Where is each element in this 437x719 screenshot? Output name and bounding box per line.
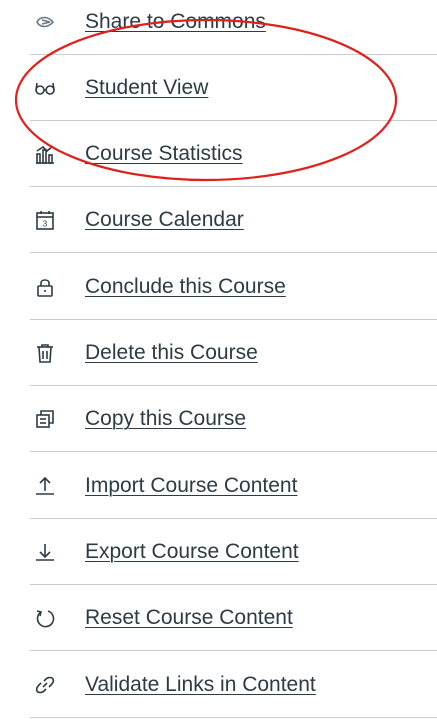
menu-item-label[interactable]: Course Statistics: [85, 142, 243, 166]
divider: [30, 451, 437, 452]
divider: [30, 252, 437, 253]
menu-item-export-content[interactable]: Export Course Content: [30, 519, 437, 585]
student-view-icon: [34, 77, 56, 99]
svg-text:3: 3: [43, 220, 48, 229]
statistics-icon: [34, 143, 56, 165]
download-icon: [34, 541, 56, 563]
trash-icon: [34, 342, 56, 364]
menu-item-conclude-course[interactable]: Conclude this Course: [30, 254, 437, 320]
link-icon: [34, 674, 56, 696]
copy-icon: [34, 408, 56, 430]
upload-icon: [34, 475, 56, 497]
menu-item-import-content[interactable]: Import Course Content: [30, 453, 437, 519]
menu-item-share-to-commons[interactable]: Share to Commons: [30, 0, 437, 55]
menu-item-label[interactable]: Delete this Course: [85, 341, 258, 365]
menu-item-label[interactable]: Student View: [85, 76, 208, 100]
menu-item-reset-content[interactable]: Reset Course Content: [30, 585, 437, 651]
menu-item-student-view[interactable]: Student View: [30, 55, 437, 121]
menu-item-course-statistics[interactable]: Course Statistics: [30, 121, 437, 187]
menu-item-delete-course[interactable]: Delete this Course: [30, 320, 437, 386]
menu-item-course-calendar[interactable]: 3 Course Calendar: [30, 187, 437, 253]
reset-icon: [34, 607, 56, 629]
menu-item-copy-course[interactable]: Copy this Course: [30, 386, 437, 452]
divider: [30, 650, 437, 651]
menu-item-label[interactable]: Reset Course Content: [85, 606, 293, 630]
menu-item-validate-links[interactable]: Validate Links in Content: [30, 652, 437, 718]
menu-item-label[interactable]: Validate Links in Content: [85, 673, 316, 697]
calendar-icon: 3: [34, 209, 56, 231]
share-commons-icon: [34, 11, 56, 33]
divider: [30, 717, 437, 718]
menu-item-label[interactable]: Share to Commons: [85, 10, 266, 34]
menu-item-label[interactable]: Import Course Content: [85, 474, 297, 498]
menu-item-label[interactable]: Conclude this Course: [85, 275, 286, 299]
lock-icon: [34, 276, 56, 298]
menu-item-label[interactable]: Copy this Course: [85, 407, 246, 431]
menu-item-label[interactable]: Course Calendar: [85, 208, 244, 232]
menu-item-label[interactable]: Export Course Content: [85, 540, 299, 564]
